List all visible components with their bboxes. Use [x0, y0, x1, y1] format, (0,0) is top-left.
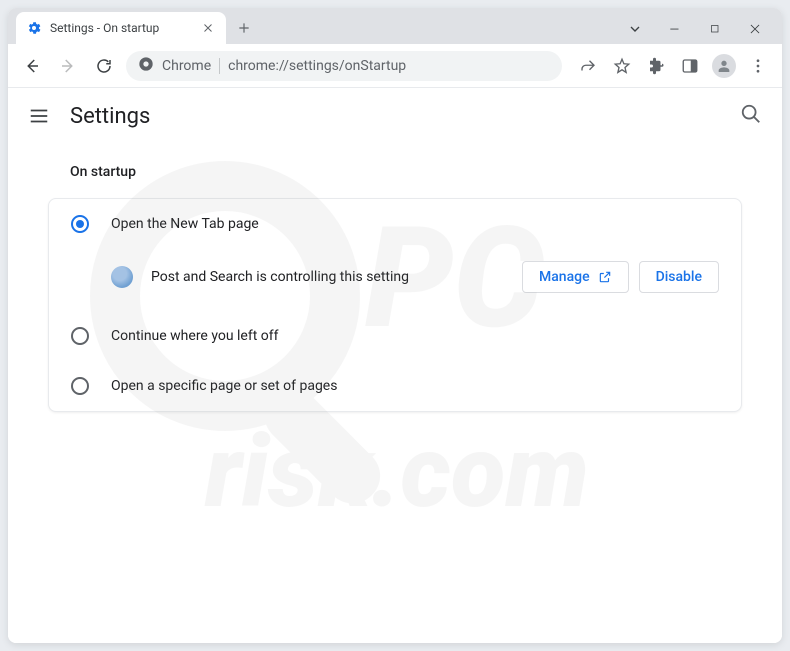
- side-panel-icon[interactable]: [676, 52, 704, 80]
- bookmark-star-icon[interactable]: [608, 52, 636, 80]
- toolbar: Chrome chrome://settings/onStartup: [8, 44, 782, 88]
- close-window-button[interactable]: [746, 20, 764, 38]
- scheme-label: Chrome: [162, 58, 211, 74]
- radio-icon: [71, 327, 89, 345]
- minimize-button[interactable]: [666, 20, 684, 38]
- option-continue[interactable]: Continue where you left off: [49, 311, 741, 361]
- titlebar: Settings - On startup: [8, 8, 782, 44]
- disable-button-label: Disable: [656, 269, 702, 285]
- url-text: chrome://settings/onStartup: [228, 58, 406, 74]
- option-label: Open the New Tab page: [111, 216, 259, 232]
- hamburger-menu-icon[interactable]: [28, 105, 50, 127]
- maximize-button[interactable]: [706, 20, 724, 38]
- address-bar[interactable]: Chrome chrome://settings/onStartup: [126, 51, 562, 81]
- extension-notice-text: Post and Search is controlling this sett…: [151, 269, 504, 285]
- settings-gear-icon: [26, 20, 42, 36]
- search-icon[interactable]: [740, 103, 762, 129]
- close-tab-button[interactable]: [200, 20, 216, 36]
- option-specific-pages[interactable]: Open a specific page or set of pages: [49, 361, 741, 411]
- manage-button-label: Manage: [539, 269, 590, 285]
- startup-options-card: Open the New Tab page Post and Search is…: [48, 198, 742, 412]
- browser-tab[interactable]: Settings - On startup: [16, 12, 226, 44]
- radio-icon: [71, 377, 89, 395]
- reload-button[interactable]: [90, 52, 118, 80]
- back-button[interactable]: [18, 52, 46, 80]
- option-label: Open a specific page or set of pages: [111, 378, 337, 394]
- section-title: On startup: [70, 164, 742, 180]
- extension-globe-icon: [111, 266, 133, 288]
- forward-button[interactable]: [54, 52, 82, 80]
- new-tab-button[interactable]: [230, 14, 258, 42]
- radio-icon: [71, 215, 89, 233]
- page-title: Settings: [70, 104, 150, 129]
- share-icon[interactable]: [574, 52, 602, 80]
- extension-control-notice: Post and Search is controlling this sett…: [49, 249, 741, 311]
- window-controls: [626, 20, 782, 44]
- chevron-down-icon[interactable]: [626, 20, 644, 38]
- settings-content: On startup Open the New Tab page Post an…: [8, 144, 782, 643]
- option-open-new-tab[interactable]: Open the New Tab page: [49, 199, 741, 249]
- option-label: Continue where you left off: [111, 328, 279, 344]
- browser-window: Settings - On startup: [8, 8, 782, 643]
- external-link-icon: [598, 270, 612, 284]
- disable-button[interactable]: Disable: [639, 261, 719, 293]
- profile-avatar[interactable]: [710, 52, 738, 80]
- divider: [219, 58, 220, 74]
- extensions-puzzle-icon[interactable]: [642, 52, 670, 80]
- kebab-menu-icon[interactable]: [744, 52, 772, 80]
- manage-button[interactable]: Manage: [522, 261, 629, 293]
- chrome-logo-icon: [138, 56, 154, 76]
- settings-header: Settings: [8, 88, 782, 144]
- tab-title: Settings - On startup: [50, 21, 192, 35]
